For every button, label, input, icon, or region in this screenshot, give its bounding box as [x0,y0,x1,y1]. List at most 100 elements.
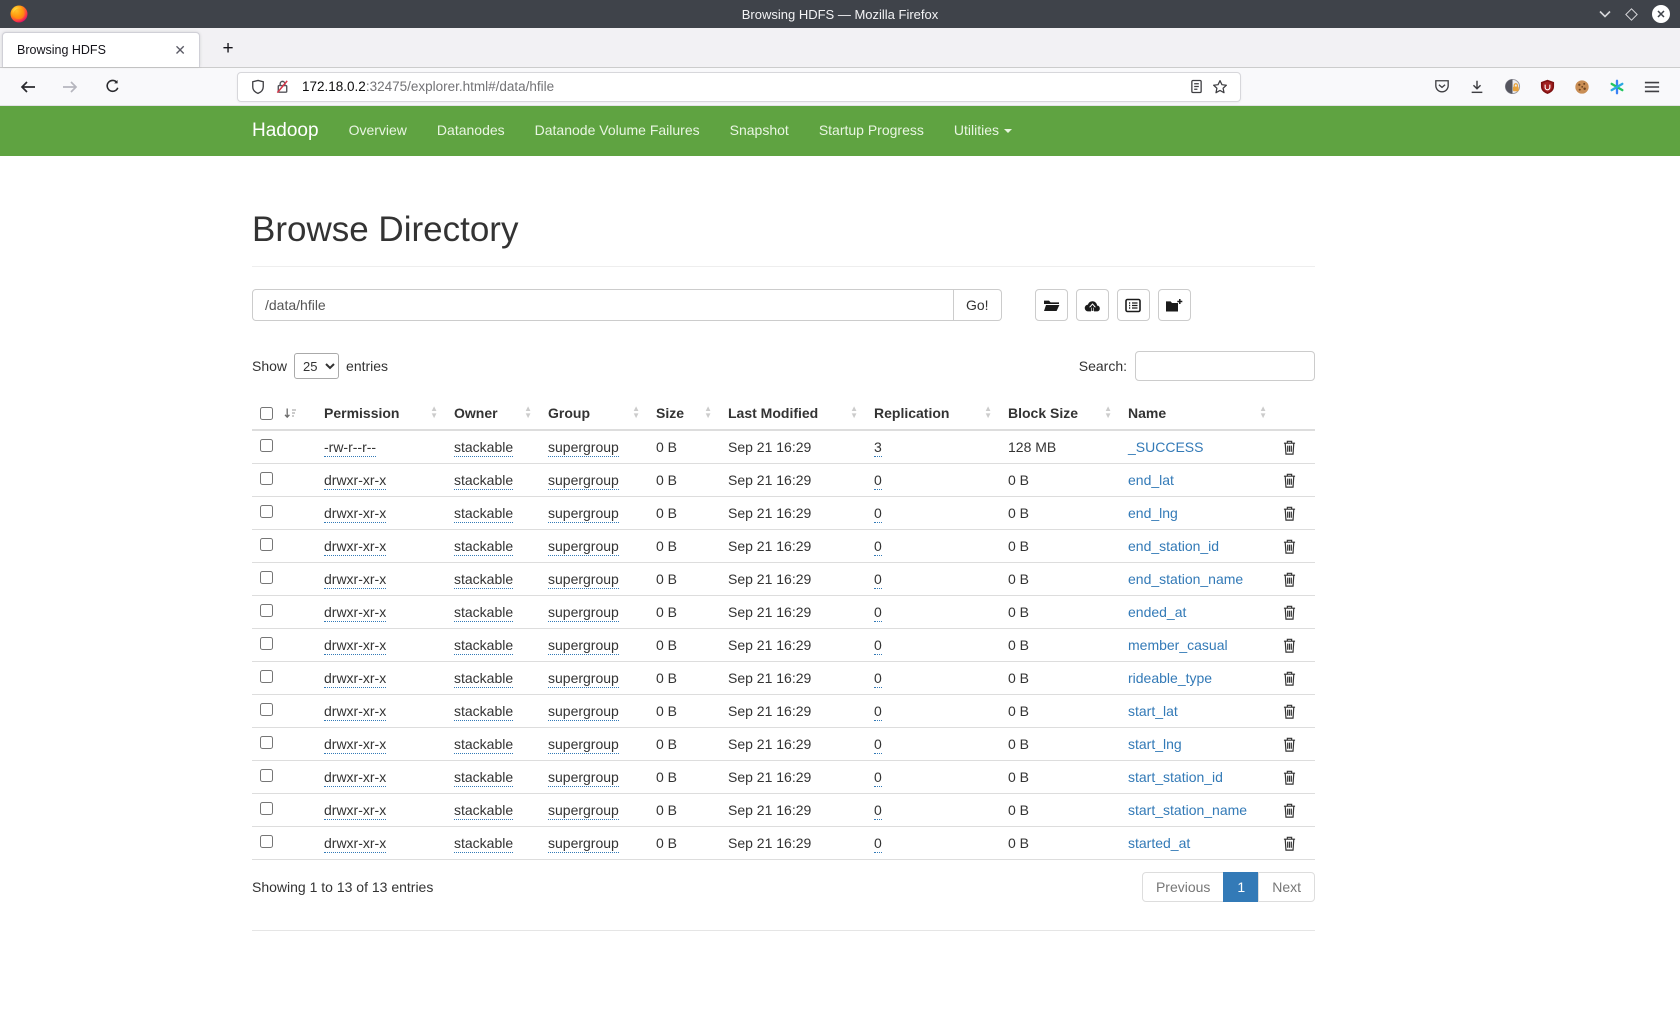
asterisk-extension-icon[interactable] [1605,75,1629,99]
permission-value[interactable]: drwxr-xr-x [324,571,386,589]
nav-item-snapshot[interactable]: Snapshot [730,122,789,140]
file-link[interactable]: start_station_id [1128,769,1223,785]
delete-file-button[interactable] [1283,473,1296,488]
permission-value[interactable]: drwxr-xr-x [324,637,386,655]
nav-item-utilities[interactable]: Utilities [954,122,1012,140]
owner-value[interactable]: stackable [454,637,513,655]
group-value[interactable]: supergroup [548,703,619,721]
row-checkbox[interactable] [260,637,273,650]
bookmark-star-icon[interactable] [1208,75,1232,99]
owner-value[interactable]: stackable [454,670,513,688]
group-value[interactable]: supergroup [548,505,619,523]
extension-lock-icon[interactable] [1500,75,1524,99]
owner-value[interactable]: stackable [454,802,513,820]
permission-value[interactable]: drwxr-xr-x [324,472,386,490]
delete-file-button[interactable] [1283,803,1296,818]
forward-button[interactable] [58,75,82,99]
nav-item-overview[interactable]: Overview [349,122,407,140]
file-link[interactable]: start_lng [1128,736,1182,752]
file-link[interactable]: start_station_name [1128,802,1247,818]
owner-value[interactable]: stackable [454,736,513,754]
previous-page-button[interactable]: Previous [1143,872,1224,902]
row-checkbox[interactable] [260,736,273,749]
sort-icon[interactable]: ▲▼ [632,406,640,420]
owner-value[interactable]: stackable [454,538,513,556]
owner-value[interactable]: stackable [454,505,513,523]
url-bar[interactable]: 172.18.0.2:32475/explorer.html#/data/hfi… [237,72,1241,102]
column-header-owner[interactable]: Owner▲▼ [446,397,540,430]
file-link[interactable]: end_lat [1128,472,1174,488]
group-value[interactable]: supergroup [548,802,619,820]
permission-value[interactable]: -rw-r--r-- [324,439,376,457]
owner-value[interactable]: stackable [454,604,513,622]
file-link[interactable]: start_lat [1128,703,1178,719]
file-link[interactable]: end_lng [1128,505,1178,521]
delete-file-button[interactable] [1283,506,1296,521]
permission-value[interactable]: drwxr-xr-x [324,538,386,556]
column-header-block-size[interactable]: Block Size▲▼ [1000,397,1120,430]
close-icon[interactable]: ✕ [1652,5,1670,23]
minimize-chevron-icon[interactable] [1599,10,1611,18]
replication-value[interactable]: 0 [874,604,882,622]
row-checkbox[interactable] [260,703,273,716]
row-checkbox[interactable] [260,571,273,584]
replication-value[interactable]: 0 [874,769,882,787]
nav-item-datanode-volume-failures[interactable]: Datanode Volume Failures [535,122,700,140]
replication-value[interactable]: 0 [874,670,882,688]
group-value[interactable]: supergroup [548,472,619,490]
delete-file-button[interactable] [1283,737,1296,752]
group-value[interactable]: supergroup [548,604,619,622]
delete-file-button[interactable] [1283,770,1296,785]
maximize-diamond-icon[interactable] [1627,10,1636,19]
replication-value[interactable]: 0 [874,835,882,853]
url-text[interactable]: 172.18.0.2:32475/explorer.html#/data/hfi… [302,79,1184,94]
permission-value[interactable]: drwxr-xr-x [324,769,386,787]
replication-value[interactable]: 0 [874,472,882,490]
folder-open-button[interactable] [1035,289,1068,321]
insecure-lock-icon[interactable] [270,75,294,99]
browser-tab[interactable]: Browsing HDFS ✕ [2,32,200,67]
ublock-icon[interactable] [1535,75,1559,99]
replication-value[interactable]: 0 [874,538,882,556]
replication-value[interactable]: 0 [874,736,882,754]
group-value[interactable]: supergroup [548,835,619,853]
cookie-icon[interactable] [1570,75,1594,99]
replication-value[interactable]: 0 [874,505,882,523]
go-button[interactable]: Go! [954,289,1002,321]
page-1-button[interactable]: 1 [1224,872,1259,902]
row-checkbox[interactable] [260,835,273,848]
column-header-last-modified[interactable]: Last Modified▲▼ [720,397,866,430]
pocket-icon[interactable] [1430,75,1454,99]
delete-file-button[interactable] [1283,539,1296,554]
delete-file-button[interactable] [1283,440,1296,455]
menu-icon[interactable] [1640,75,1664,99]
file-link[interactable]: ended_at [1128,604,1186,620]
owner-value[interactable]: stackable [454,835,513,853]
delete-file-button[interactable] [1283,572,1296,587]
row-checkbox[interactable] [260,472,273,485]
page-size-select[interactable]: 25 [294,353,339,379]
replication-value[interactable]: 0 [874,637,882,655]
back-button[interactable] [16,75,40,99]
replication-value[interactable]: 3 [874,439,882,457]
reload-button[interactable] [100,75,124,99]
group-value[interactable]: supergroup [548,670,619,688]
row-checkbox[interactable] [260,769,273,782]
upload-file-button[interactable] [1076,289,1109,321]
replication-value[interactable]: 0 [874,802,882,820]
permission-value[interactable]: drwxr-xr-x [324,736,386,754]
select-all-header[interactable] [252,397,316,430]
owner-value[interactable]: stackable [454,703,513,721]
reader-view-icon[interactable] [1184,75,1208,99]
select-all-checkbox[interactable] [260,407,273,420]
column-header-group[interactable]: Group▲▼ [540,397,648,430]
delete-file-button[interactable] [1283,671,1296,686]
download-icon[interactable] [1465,75,1489,99]
column-header-permission[interactable]: Permission▲▼ [316,397,446,430]
permission-value[interactable]: drwxr-xr-x [324,505,386,523]
replication-value[interactable]: 0 [874,703,882,721]
delete-file-button[interactable] [1283,836,1296,851]
delete-file-button[interactable] [1283,605,1296,620]
nav-item-startup-progress[interactable]: Startup Progress [819,122,924,140]
sort-icon[interactable]: ▲▼ [1259,406,1267,420]
